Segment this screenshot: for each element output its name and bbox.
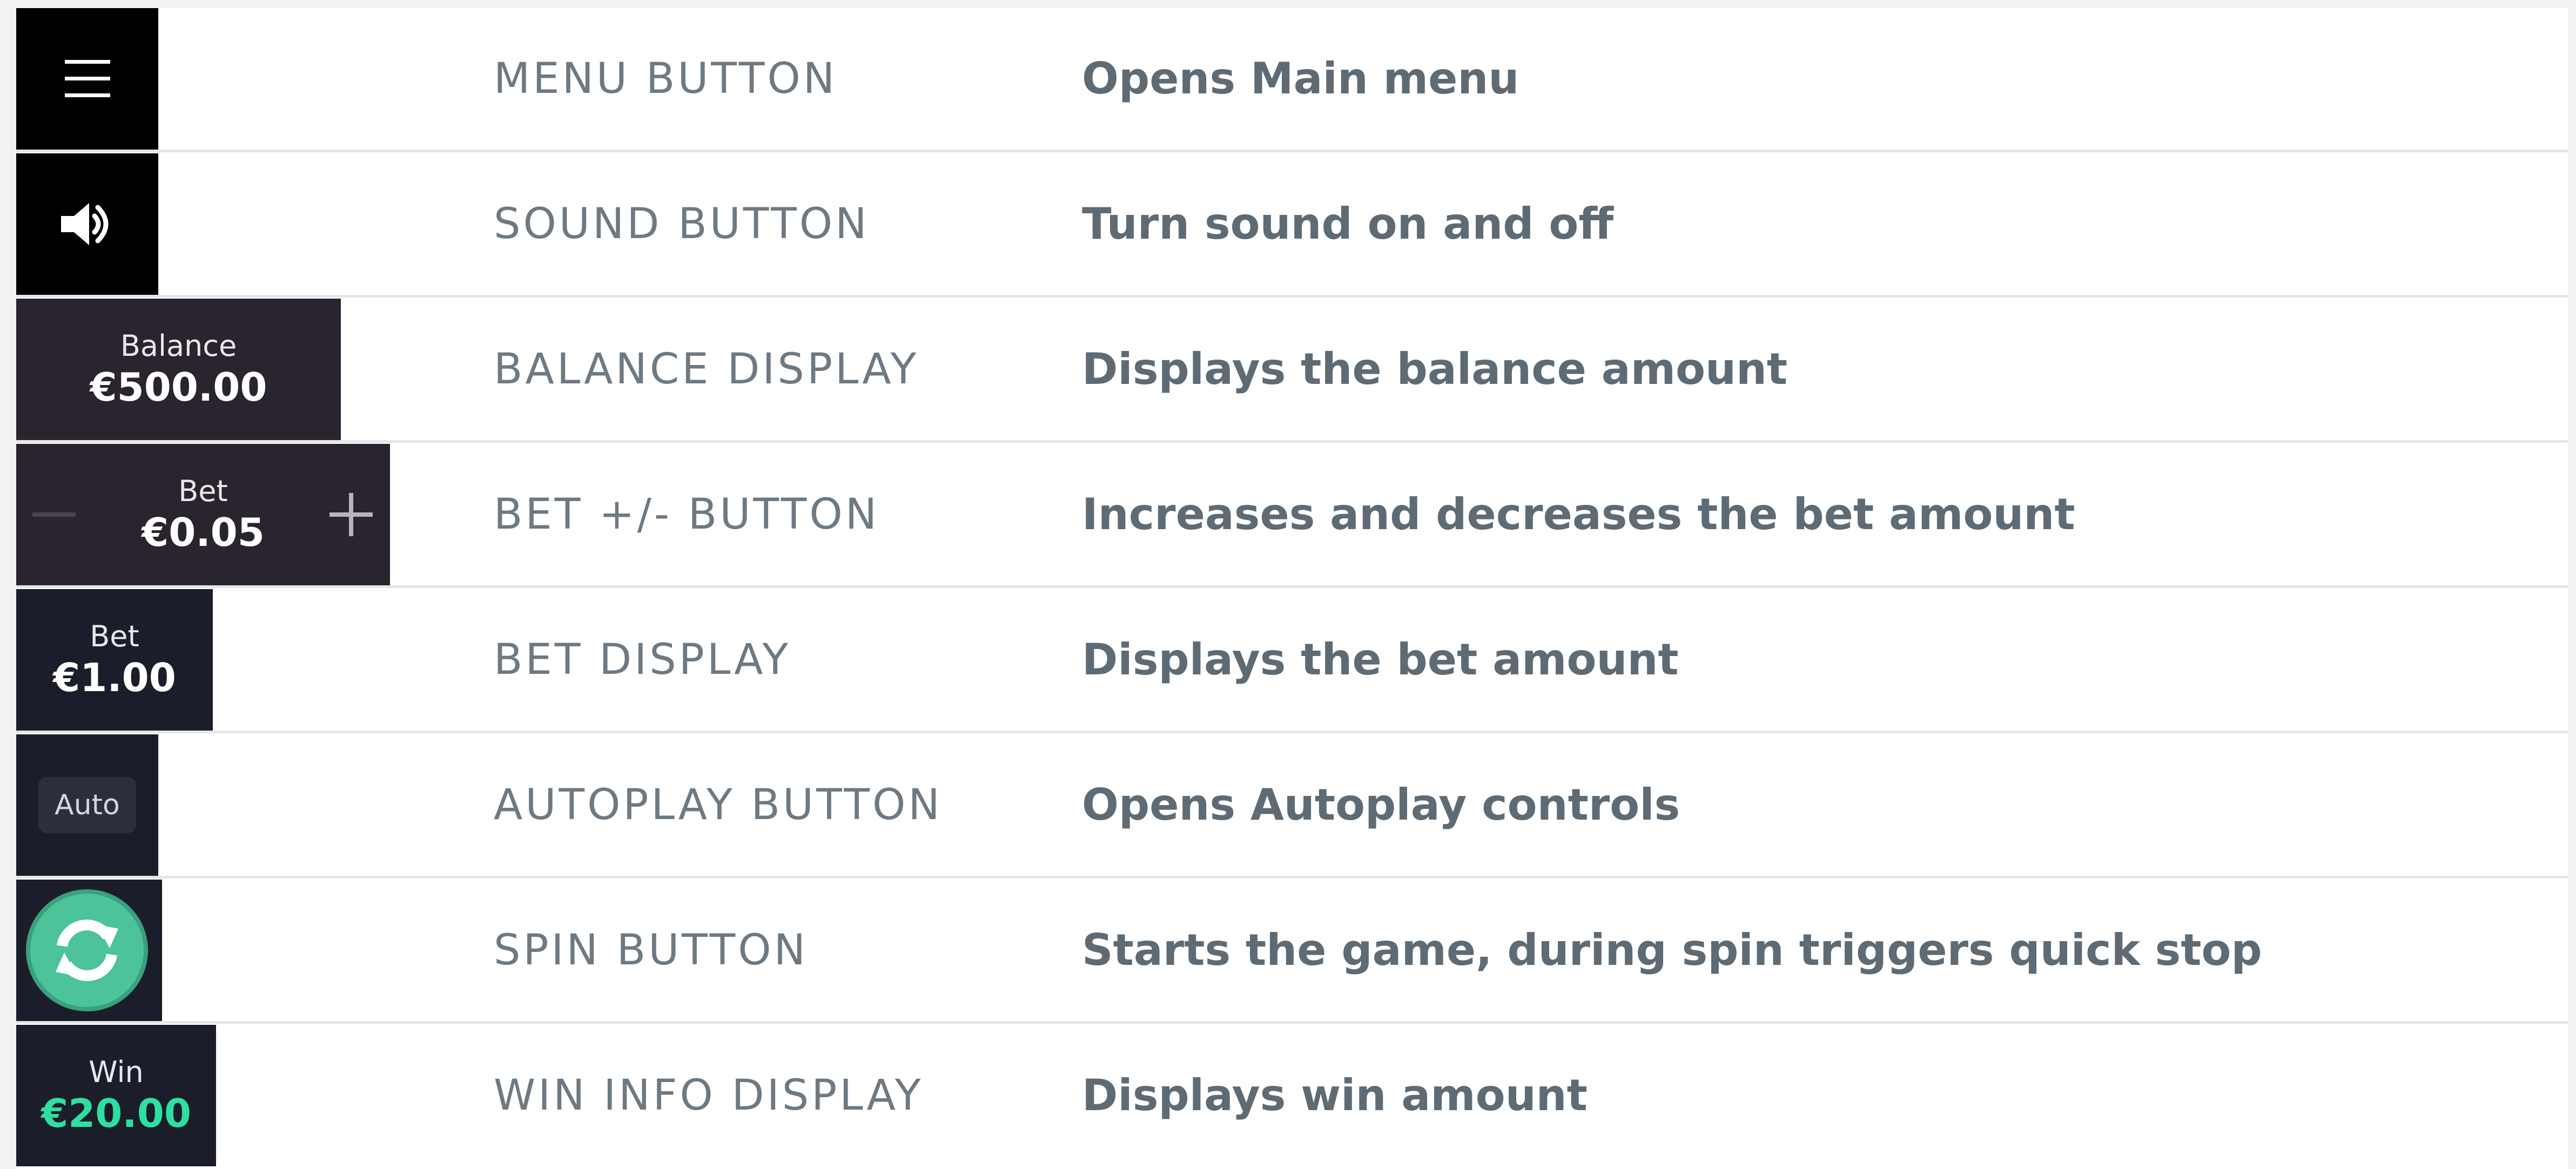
control-description: Opens Autoplay controls xyxy=(1082,780,1680,830)
control-description: Displays win amount xyxy=(1082,1070,1588,1120)
win-label: Win xyxy=(89,1055,144,1089)
control-description: Increases and decreases the bet amount xyxy=(1082,489,2075,539)
sound-button[interactable] xyxy=(16,153,158,295)
control-name: SPIN BUTTON xyxy=(494,926,808,975)
table-row-sound: SOUND BUTTON Turn sound on and off xyxy=(16,153,2568,298)
control-description: Starts the game, during spin triggers qu… xyxy=(1082,925,2262,975)
table-row-balance: Balance €500.00 BALANCE DISPLAY Displays… xyxy=(16,299,2568,443)
bet-decrease-button[interactable] xyxy=(27,444,81,585)
control-name: WIN INFO DISPLAY xyxy=(494,1071,924,1120)
plus-icon xyxy=(329,493,373,536)
control-description: Opens Main menu xyxy=(1082,53,1519,104)
control-name: SOUND BUTTON xyxy=(494,200,870,248)
control-name: AUTOPLAY BUTTON xyxy=(494,781,943,829)
balance-label: Balance xyxy=(120,329,237,363)
balance-value: €500.00 xyxy=(90,364,267,410)
bet-increase-button[interactable] xyxy=(324,444,378,585)
table-row-autoplay: Auto AUTOPLAY BUTTON Opens Autoplay cont… xyxy=(16,734,2568,879)
spin-button[interactable] xyxy=(26,889,148,1011)
table-row-bet-display: Bet €1.00 BET DISPLAY Displays the bet a… xyxy=(16,589,2568,733)
autoplay-button[interactable]: Auto xyxy=(16,734,158,876)
controls-table: MENU BUTTON Opens Main menu SOUND BUTTON… xyxy=(16,8,2568,1169)
speaker-icon xyxy=(16,153,158,295)
hamburger-menu-icon xyxy=(16,8,158,150)
spin-refresh-icon xyxy=(56,920,118,981)
control-name: BET +/- BUTTON xyxy=(494,490,880,539)
win-value: €20.00 xyxy=(41,1091,191,1136)
minus-icon xyxy=(32,512,76,517)
control-name: MENU BUTTON xyxy=(494,55,838,103)
spin-button-cell xyxy=(16,880,162,1021)
bet-display-value: €1.00 xyxy=(53,655,176,700)
win-info-display: Win €20.00 xyxy=(16,1025,216,1166)
table-row-bet-plus-minus: Bet €0.05 BET +/- BUTTON Increases and d… xyxy=(16,444,2568,588)
table-row-menu: MENU BUTTON Opens Main menu xyxy=(16,8,2568,152)
menu-button[interactable] xyxy=(16,8,158,150)
bet-value: €0.05 xyxy=(142,510,265,555)
bet-display: Bet €1.00 xyxy=(16,589,213,731)
autoplay-label: Auto xyxy=(38,777,136,833)
table-row-spin: SPIN BUTTON Starts the game, during spin… xyxy=(16,880,2568,1024)
bet-stepper: Bet €0.05 xyxy=(16,444,390,585)
control-description: Turn sound on and off xyxy=(1082,199,1614,249)
bet-label: Bet xyxy=(178,474,228,508)
control-name: BALANCE DISPLAY xyxy=(494,345,919,394)
balance-display: Balance €500.00 xyxy=(16,299,341,440)
table-row-win-info: Win €20.00 WIN INFO DISPLAY Displays win… xyxy=(16,1025,2568,1169)
control-name: BET DISPLAY xyxy=(494,636,791,684)
control-description: Displays the bet amount xyxy=(1082,634,1679,685)
control-description: Displays the balance amount xyxy=(1082,344,1788,394)
bet-display-label: Bet xyxy=(90,619,139,653)
